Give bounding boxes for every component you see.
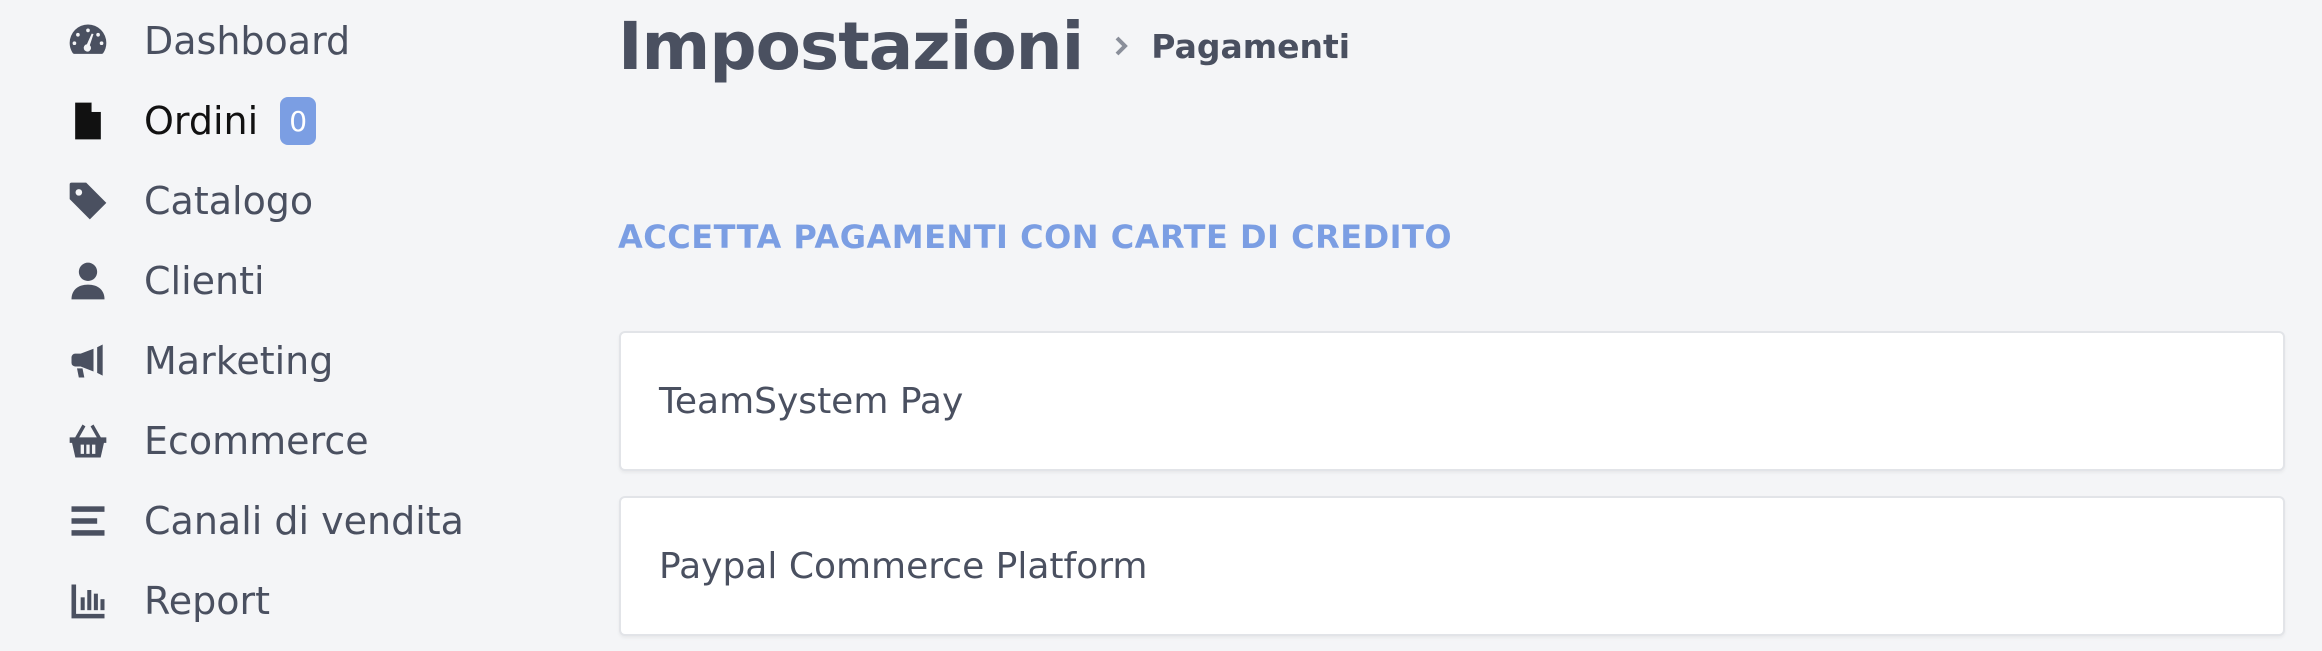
dashboard-icon [64,17,112,65]
sidebar-item-dashboard[interactable]: Dashboard [64,11,350,71]
page-title[interactable]: Impostazioni [618,8,1084,85]
sidebar-item-label: Report [144,579,270,623]
orders-count-badge: 0 [280,97,317,145]
bars-icon [64,497,112,545]
provider-name: Paypal Commerce Platform [659,545,1148,587]
sidebar-item-report[interactable]: Report [64,571,270,631]
chart-icon [64,577,112,625]
sidebar-item-label: Ecommerce [144,419,369,463]
sidebar-item-canali-di-vendita[interactable]: Canali di vendita [64,491,464,551]
sidebar-item-label: Catalogo [144,179,314,223]
sidebar: Dashboard Ordini 0 Catalogo Clienti Mark… [0,0,560,651]
sidebar-item-label: Ordini [144,99,259,143]
sidebar-item-ecommerce[interactable]: Ecommerce [64,411,369,471]
payment-provider-card[interactable]: TeamSystem Pay [619,331,2285,471]
provider-name: TeamSystem Pay [659,380,964,422]
sidebar-item-clienti[interactable]: Clienti [64,251,265,311]
user-icon [64,257,112,305]
tag-icon [64,177,112,225]
sidebar-item-label: Marketing [144,339,334,383]
chevron-right-icon [1109,34,1133,58]
sidebar-item-marketing[interactable]: Marketing [64,331,333,391]
basket-icon [64,417,112,465]
megaphone-icon [64,337,112,385]
file-icon [64,97,112,145]
section-title: ACCETTA PAGAMENTI CON CARTE DI CREDITO [618,218,1453,256]
page-header: Impostazioni Pagamenti [618,6,1350,86]
payment-provider-card[interactable]: Paypal Commerce Platform [619,496,2285,636]
sidebar-item-label: Canali di vendita [144,499,464,543]
sidebar-item-catalogo[interactable]: Catalogo [64,171,313,231]
sidebar-item-ordini[interactable]: Ordini 0 [64,91,317,151]
breadcrumb: Pagamenti [1151,26,1351,66]
sidebar-item-label: Dashboard [144,19,351,63]
sidebar-item-label: Clienti [144,259,265,303]
